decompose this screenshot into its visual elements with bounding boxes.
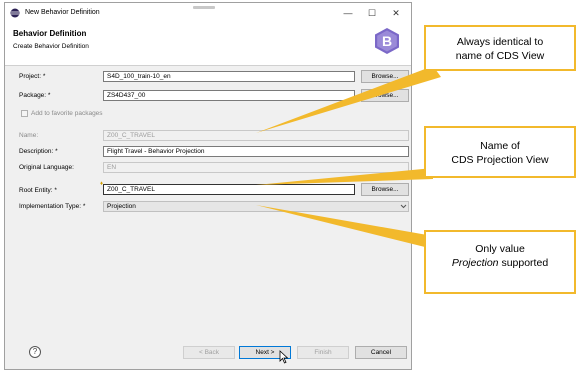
callout-name-line-2: name of CDS View (455, 50, 545, 62)
callout-root-line-2: CDS Projection View (451, 154, 549, 166)
callout-impl-supported: supported (501, 257, 549, 269)
callout-impl-emphasis: Projection (451, 257, 499, 269)
arrow-to-root-entity-field (256, 168, 433, 185)
callout-name: Always identical to name of CDS View (424, 25, 576, 71)
arrow-to-implementation-type (256, 205, 433, 249)
callout-root-entity: Name of CDS Projection View (424, 126, 576, 178)
callout-name-line-1: Always identical to (456, 36, 544, 48)
callout-impl-line-1: Only value (475, 243, 525, 255)
callout-root-line-1: Name of (480, 140, 520, 152)
arrow-to-name-field (256, 66, 441, 133)
callout-impl-line-2: Projection supported (426, 256, 574, 270)
callout-implementation-type: Only value Projection supported (424, 230, 576, 294)
